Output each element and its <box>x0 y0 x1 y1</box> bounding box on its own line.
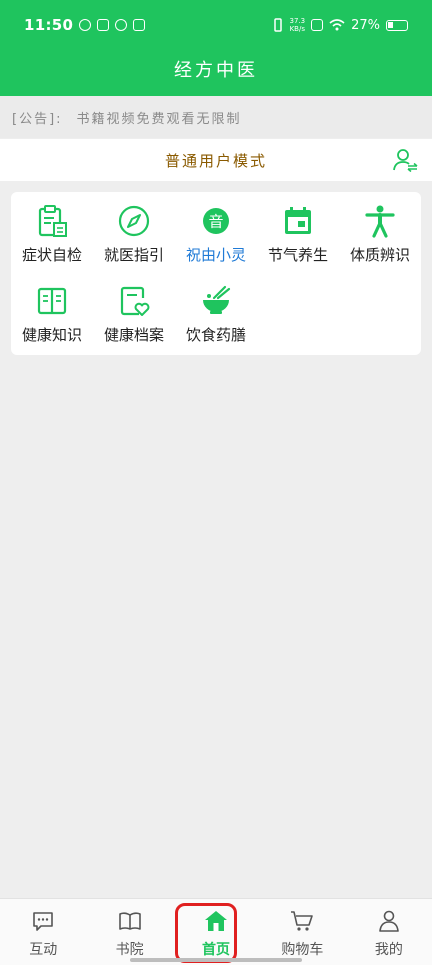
wifi-icon <box>329 19 345 31</box>
vibrate-icon <box>273 18 282 32</box>
pinwheel-icon <box>115 19 128 31</box>
feature-label: 健康档案 <box>103 326 164 344</box>
feature-diet-therapy[interactable]: 饮食药膳 <box>175 272 257 352</box>
badge-glyph: 音 <box>208 213 223 231</box>
clipboard-icon <box>38 205 67 237</box>
nav-interact[interactable]: 互动 <box>0 899 86 965</box>
feature-row-2: 健康知识 健康档案 饮食药膳 <box>11 272 421 352</box>
feature-label: 健康知识 <box>21 326 82 344</box>
user-mode-label: 普通用户模式 <box>164 151 267 170</box>
bottom-nav: 互动 书院 首页 购物车 我的 <box>0 898 432 965</box>
status-bar: 11:50 37.3 KB/s 27% <box>0 0 432 50</box>
nav-label: 我的 <box>374 942 403 958</box>
battery-icon <box>386 19 408 31</box>
chat-bubble-icon <box>33 912 54 931</box>
book-icon <box>37 287 67 315</box>
nav-label: 购物车 <box>281 942 324 958</box>
status-right: 37.3 KB/s 27% <box>272 17 408 33</box>
net-speed: 37.3 KB/s <box>290 17 306 33</box>
feature-label: 就医指引 <box>103 246 164 264</box>
feature-label: 症状自检 <box>21 246 82 264</box>
net-speed-unit: KB/s <box>289 25 305 33</box>
message-icon <box>133 19 146 31</box>
battery-percent: 27% <box>351 17 380 33</box>
net-speed-value: 37.3 <box>289 17 306 25</box>
nav-label: 互动 <box>29 942 58 958</box>
feature-health-record[interactable]: 健康档案 <box>93 272 175 352</box>
status-time: 11:50 <box>24 16 74 34</box>
feature-health-knowledge[interactable]: 健康知识 <box>11 272 93 352</box>
page-title: 经方中医 <box>174 60 258 81</box>
notice-tag: [公告]: <box>12 111 63 127</box>
notice-bar[interactable]: [公告]: 书籍视频免费观看无限制 <box>0 96 432 138</box>
feature-label: 祝由小灵 <box>185 246 246 264</box>
health-record-icon <box>120 286 150 316</box>
feature-constitution[interactable]: 体质辨识 <box>339 192 421 272</box>
nav-mine[interactable]: 我的 <box>346 899 432 965</box>
user-mode-bar: 普通用户模式 <box>0 139 432 181</box>
feature-medical-guide[interactable]: 就医指引 <box>93 192 175 272</box>
calendar-icon <box>285 207 311 234</box>
nav-home[interactable]: 首页 <box>173 899 259 965</box>
feature-solar-term[interactable]: 节气养生 <box>257 192 339 272</box>
app-header: 11:50 37.3 KB/s 27% 经方中医 <box>0 0 432 96</box>
body-figure-icon <box>365 205 395 238</box>
feature-label: 体质辨识 <box>349 246 410 264</box>
food-bowl-icon <box>203 285 231 314</box>
feature-zhuyou[interactable]: 音 祝由小灵 <box>175 192 257 272</box>
cart-icon <box>291 911 314 931</box>
home-indicator[interactable] <box>130 958 302 962</box>
feature-symptom-check[interactable]: 症状自检 <box>11 192 93 272</box>
feature-label: 节气养生 <box>267 246 328 264</box>
feature-row-1: 症状自检 就医指引 音 祝由小灵 节气养生 体质辨识 <box>11 192 421 272</box>
nav-label: 书院 <box>115 942 144 958</box>
notification-icon <box>79 19 92 31</box>
feature-label: 饮食药膳 <box>185 326 246 344</box>
feature-grid: 症状自检 就医指引 音 祝由小灵 节气养生 体质辨识 健康知识 健康档案 饮食药… <box>11 192 421 355</box>
compass-icon <box>118 205 150 237</box>
person-icon <box>379 910 399 932</box>
open-book-icon <box>118 912 141 930</box>
active-highlight <box>174 903 237 963</box>
no-sim-icon <box>311 19 324 31</box>
user-switch-icon[interactable] <box>392 148 418 172</box>
nav-academy[interactable]: 书院 <box>86 899 172 965</box>
notice-text: 书籍视频免费观看无限制 <box>76 111 242 127</box>
app-notification-icon <box>97 19 110 31</box>
nav-cart[interactable]: 购物车 <box>259 899 345 965</box>
status-left: 11:50 <box>24 16 146 34</box>
yin-badge-icon: 音 <box>203 208 229 234</box>
